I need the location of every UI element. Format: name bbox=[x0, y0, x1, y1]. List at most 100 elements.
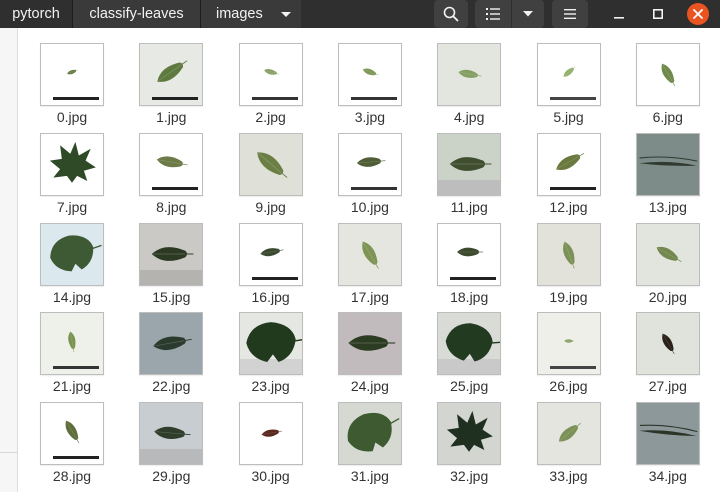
file-item[interactable]: 31.jpg bbox=[317, 387, 402, 484]
file-item[interactable]: 23.jpg bbox=[218, 297, 303, 394]
file-item[interactable]: 33.jpg bbox=[516, 387, 601, 484]
file-thumbnail bbox=[139, 312, 204, 376]
leaf-thumbnail-image bbox=[537, 313, 600, 375]
leaf-thumbnail-image bbox=[140, 313, 203, 375]
file-thumbnail bbox=[635, 132, 700, 196]
view-toggle-button[interactable] bbox=[475, 0, 511, 28]
breadcrumb-pytorch[interactable]: pytorch bbox=[0, 0, 72, 28]
file-item[interactable]: 20.jpg bbox=[615, 208, 700, 305]
file-item[interactable]: 17.jpg bbox=[317, 208, 402, 305]
file-thumbnail bbox=[437, 222, 502, 286]
file-item[interactable]: 2.jpg bbox=[218, 28, 303, 125]
chevron-down-icon bbox=[523, 11, 533, 17]
maximize-button[interactable] bbox=[643, 0, 673, 28]
file-item[interactable]: 0.jpg bbox=[19, 28, 104, 125]
file-grid: 0.jpg 1.jpg 2.jpg 3.jpg 4.jpg 5.jpg 6.jpg 7.jpg… bbox=[19, 28, 720, 492]
header-bar: pytorch classify-leaves images bbox=[0, 0, 720, 28]
breadcrumb-images[interactable]: images bbox=[201, 0, 301, 28]
file-thumbnail bbox=[40, 132, 104, 196]
leaf-thumbnail-image bbox=[537, 403, 600, 465]
leaf-thumbnail-image bbox=[140, 133, 203, 195]
leaf-thumbnail-image bbox=[140, 223, 203, 285]
leaf-thumbnail-image bbox=[438, 44, 501, 105]
hamburger-menu-icon bbox=[564, 9, 576, 19]
maximize-icon bbox=[653, 9, 663, 19]
file-item[interactable]: 8.jpg bbox=[118, 118, 204, 215]
file-item[interactable]: 18.jpg bbox=[416, 208, 502, 305]
leaf-thumbnail-image bbox=[636, 403, 699, 465]
search-button[interactable] bbox=[434, 0, 468, 28]
file-item[interactable]: 11.jpg bbox=[416, 118, 502, 215]
file-thumbnail bbox=[40, 402, 104, 466]
file-item[interactable]: 29.jpg bbox=[118, 387, 204, 484]
file-item[interactable]: 30.jpg bbox=[218, 387, 303, 484]
file-item[interactable]: 26.jpg bbox=[516, 297, 601, 394]
file-item[interactable]: 25.jpg bbox=[416, 297, 502, 394]
file-name: 28.jpg bbox=[52, 468, 92, 485]
file-item[interactable]: 34.jpg bbox=[615, 387, 700, 484]
file-item[interactable]: 19.jpg bbox=[516, 208, 601, 305]
minimize-icon bbox=[614, 17, 624, 19]
file-thumbnail bbox=[238, 312, 303, 376]
file-item[interactable]: 21.jpg bbox=[19, 297, 104, 394]
file-item[interactable]: 1.jpg bbox=[118, 28, 204, 125]
minimize-button[interactable] bbox=[604, 0, 634, 28]
leaf-thumbnail-image bbox=[239, 44, 302, 105]
leaf-thumbnail-image bbox=[338, 133, 401, 195]
file-item[interactable]: 27.jpg bbox=[615, 297, 700, 394]
view-options-button[interactable] bbox=[512, 0, 544, 28]
file-thumbnail bbox=[536, 222, 601, 286]
leaf-thumbnail-image bbox=[140, 44, 203, 105]
file-name: 34.jpg bbox=[648, 468, 687, 485]
file-item[interactable]: 22.jpg bbox=[118, 297, 204, 394]
close-icon bbox=[693, 9, 703, 19]
breadcrumb-classify-leaves[interactable]: classify-leaves bbox=[73, 0, 200, 28]
leaf-thumbnail-image bbox=[438, 313, 501, 375]
leaf-thumbnail-image bbox=[338, 44, 401, 105]
file-item[interactable]: 32.jpg bbox=[416, 387, 502, 484]
file-item[interactable]: 6.jpg bbox=[615, 28, 700, 125]
file-thumbnail bbox=[40, 43, 104, 106]
file-item[interactable]: 4.jpg bbox=[416, 28, 502, 125]
leaf-thumbnail-image bbox=[41, 313, 103, 375]
file-item[interactable]: 5.jpg bbox=[516, 28, 601, 125]
file-thumbnail bbox=[139, 132, 204, 196]
file-thumbnail bbox=[337, 312, 402, 376]
file-thumbnail bbox=[437, 132, 502, 196]
leaf-thumbnail-image bbox=[239, 313, 302, 375]
file-item[interactable]: 28.jpg bbox=[19, 387, 104, 484]
leaf-thumbnail-image bbox=[338, 403, 401, 465]
file-item[interactable]: 13.jpg bbox=[615, 118, 700, 215]
close-button[interactable] bbox=[685, 0, 711, 28]
file-item[interactable]: 24.jpg bbox=[317, 297, 402, 394]
file-item[interactable]: 3.jpg bbox=[317, 28, 402, 125]
file-item[interactable]: 10.jpg bbox=[317, 118, 402, 215]
file-thumbnail bbox=[238, 43, 303, 106]
file-thumbnail bbox=[437, 402, 502, 466]
file-item[interactable]: 12.jpg bbox=[516, 118, 601, 215]
file-thumbnail bbox=[437, 43, 502, 106]
file-name: 29.jpg bbox=[152, 468, 191, 485]
file-thumbnail bbox=[635, 312, 700, 376]
file-name: 30.jpg bbox=[251, 468, 290, 485]
sidebar-divider bbox=[0, 452, 17, 453]
file-item[interactable]: 7.jpg bbox=[19, 118, 104, 215]
file-thumbnail bbox=[536, 402, 601, 466]
leaf-thumbnail-image bbox=[41, 44, 103, 105]
file-item[interactable]: 14.jpg bbox=[19, 208, 104, 305]
file-thumbnail bbox=[337, 402, 402, 466]
file-thumbnail bbox=[536, 132, 601, 196]
file-thumbnail bbox=[139, 222, 204, 286]
leaf-thumbnail-image bbox=[537, 44, 600, 105]
main-menu-button[interactable] bbox=[552, 0, 588, 28]
file-thumbnail bbox=[139, 402, 204, 466]
leaf-thumbnail-image bbox=[338, 223, 401, 285]
file-item[interactable]: 9.jpg bbox=[218, 118, 303, 215]
leaf-thumbnail-image bbox=[438, 223, 501, 285]
leaf-thumbnail-image bbox=[239, 133, 302, 195]
file-item[interactable]: 16.jpg bbox=[218, 208, 303, 305]
file-item[interactable]: 15.jpg bbox=[118, 208, 204, 305]
file-thumbnail bbox=[40, 222, 104, 286]
file-name: 32.jpg bbox=[450, 468, 489, 485]
leaf-thumbnail-image bbox=[537, 223, 600, 285]
